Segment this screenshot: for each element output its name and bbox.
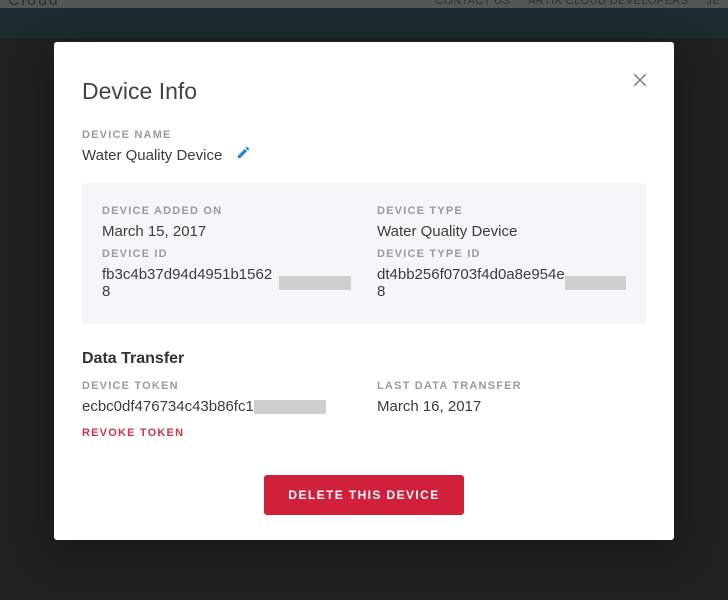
last-transfer-value: March 16, 2017	[377, 398, 646, 415]
device-id-visible: fb3c4b37d94d4951b15628	[102, 266, 279, 300]
device-type-id-redacted	[565, 276, 626, 290]
device-token-label: DEVICE TOKEN	[82, 380, 351, 392]
device-name-label: DEVICE NAME	[82, 129, 646, 141]
device-token-visible: ecbc0df476734c43b86fc1	[82, 398, 254, 415]
close-button[interactable]	[630, 70, 650, 95]
edit-device-name-button[interactable]	[236, 145, 251, 165]
data-transfer-section: DEVICE TOKEN ecbc0df476734c43b86fc1 REVO…	[82, 380, 646, 439]
data-transfer-title: Data Transfer	[82, 350, 646, 368]
device-type-value: Water Quality Device	[377, 223, 626, 240]
device-name-value: Water Quality Device	[82, 147, 222, 164]
added-on-label: DEVICE ADDED ON	[102, 205, 351, 217]
device-id-value: fb3c4b37d94d4951b15628	[102, 266, 351, 300]
device-token-redacted	[254, 400, 326, 414]
device-info-panel: DEVICE ADDED ON March 15, 2017 DEVICE TY…	[82, 183, 646, 324]
device-type-id-value: dt4bb256f0703f4d0a8e954e8	[377, 266, 626, 300]
pencil-icon	[236, 145, 251, 165]
last-transfer-label: LAST DATA TRANSFER	[377, 380, 646, 392]
close-icon	[630, 77, 650, 94]
modal-title: Device Info	[82, 78, 646, 105]
delete-device-button[interactable]: DELETE THIS DEVICE	[264, 475, 463, 515]
added-on-value: March 15, 2017	[102, 223, 351, 240]
device-id-label: DEVICE ID	[102, 248, 351, 260]
device-type-id-label: DEVICE TYPE ID	[377, 248, 626, 260]
device-type-label: DEVICE TYPE	[377, 205, 626, 217]
device-token-value: ecbc0df476734c43b86fc1	[82, 398, 351, 415]
device-type-id-visible: dt4bb256f0703f4d0a8e954e8	[377, 266, 565, 300]
device-info-modal: Device Info DEVICE NAME Water Quality De…	[54, 42, 674, 540]
revoke-token-button[interactable]: REVOKE TOKEN	[82, 427, 351, 439]
device-id-redacted	[279, 276, 351, 290]
